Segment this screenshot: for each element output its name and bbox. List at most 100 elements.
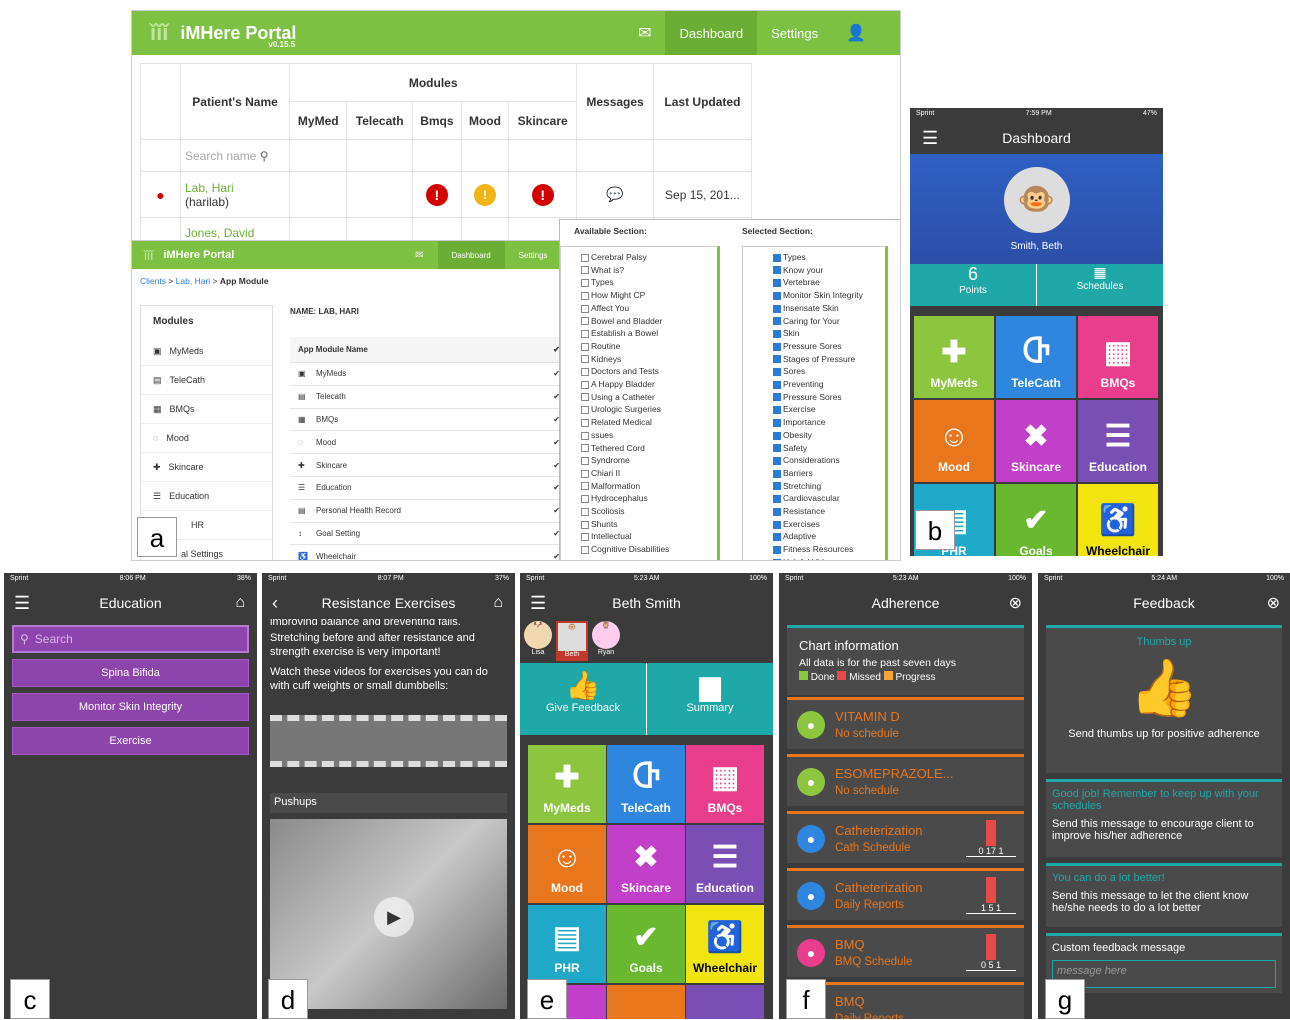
play-icon[interactable]: ▶ (374, 897, 414, 937)
section-item[interactable]: Doctors and Tests (581, 365, 717, 378)
section-item[interactable]: Skin (773, 327, 885, 340)
table-row[interactable]: ▤ Telecath ✔ (290, 386, 580, 409)
section-item[interactable]: Establish a Bowel (581, 327, 717, 340)
section-item[interactable]: Pressure Sores (773, 340, 885, 353)
adherence-row[interactable]: ● VITAMIN D No schedule (787, 697, 1024, 749)
education-item[interactable]: Monitor Skin Integrity (12, 693, 249, 721)
alert-icon[interactable]: ! (425, 183, 448, 206)
tile-wheelchair[interactable]: ♿ Wheelchair (1078, 484, 1158, 556)
available-list[interactable]: Cerebral Palsy What is? Types How Might CP A… (560, 246, 720, 560)
section-item[interactable]: Shunts (581, 518, 717, 531)
tile-education[interactable]: ☰ Education (686, 825, 764, 903)
points-stat[interactable]: 6 Points (910, 264, 1037, 306)
section-item[interactable]: Cognitive Disabilities (581, 543, 717, 556)
section-item[interactable]: Barriers (773, 467, 885, 480)
table-row[interactable]: ▤ Personal Health Record ✔ (290, 500, 580, 523)
tile-skincare[interactable]: ✖ Skincare (607, 825, 685, 903)
module-item[interactable]: ▦ BMQs (141, 395, 272, 424)
menu-icon[interactable]: ☰ (922, 128, 938, 149)
adherence-row[interactable]: ● BMQ BMQ Schedule 0 5 1 (787, 925, 1024, 977)
table-row[interactable]: ☰ Education ✔ (290, 477, 580, 500)
section-item[interactable]: Obesity (773, 429, 885, 442)
tile-telecath[interactable]: Ⴇ TeleCath (607, 745, 685, 823)
do-better-option[interactable]: You can do a lot better! Send this messa… (1046, 863, 1282, 927)
summary-button[interactable]: ▆ Summary (647, 663, 773, 735)
section-item[interactable]: Fitness Resources (773, 543, 885, 556)
thumbs-up-option[interactable]: Thumbs up 👍 Send thumbs up for positive … (1046, 625, 1282, 773)
section-item[interactable]: Urologic Surgeries (581, 403, 717, 416)
avatar[interactable]: 🦉 Ryan (592, 621, 620, 661)
section-item[interactable]: Scoliosis (581, 505, 717, 518)
warning-icon[interactable]: ! (473, 183, 496, 206)
avatar[interactable]: 🐵 (1003, 166, 1070, 233)
table-row[interactable]: ● Lab, Hari (harilab) ! ! ! 💬 Sep 15, 201… (140, 171, 753, 218)
education-item[interactable]: Exercise (12, 727, 249, 755)
adherence-row[interactable]: ● ESOMEPRAZOLE... No schedule (787, 754, 1024, 806)
section-item[interactable]: Vertebrae (773, 276, 885, 289)
home-icon[interactable]: ⌂ (235, 594, 245, 612)
menu-icon[interactable]: ☰ (14, 593, 30, 614)
table-row[interactable]: ↕ Goal Setting ✔ (290, 523, 580, 546)
table-row[interactable]: ♿ Wheelchair ✔ (290, 545, 580, 560)
user-icon[interactable]: 👤 (832, 11, 880, 55)
tile-mymeds[interactable]: ✚ MyMeds (914, 316, 994, 398)
selected-list[interactable]: Types Know your Vertebrae Monitor Skin Inte… (742, 246, 888, 560)
chat-icon[interactable]: 💬 (576, 171, 654, 218)
mail-icon[interactable]: ✉ (624, 11, 665, 55)
module-item[interactable]: ◌ Mood (141, 424, 272, 453)
section-item[interactable]: Malformation (581, 480, 717, 493)
section-item[interactable]: Resistance (773, 505, 885, 518)
tile-phr[interactable]: ▤PHR (528, 905, 606, 983)
section-item[interactable]: What is? (581, 264, 717, 277)
back-icon[interactable]: ‹ (272, 593, 278, 614)
section-item[interactable]: Intellectual (581, 530, 717, 543)
section-item[interactable]: Cardiovascular (773, 492, 885, 505)
avatar[interactable]: 🐵 Beth (556, 621, 588, 661)
module-item[interactable]: ▤ TeleCath (141, 366, 272, 395)
education-item[interactable]: Spina Bifida (12, 659, 249, 687)
nav-settings[interactable]: Settings (757, 11, 832, 55)
section-item[interactable]: Hydrocephalus (581, 492, 717, 505)
tile-goals[interactable]: ✔ Goals (607, 905, 685, 983)
tile-bmqs[interactable]: ▦ BMQs (1078, 316, 1158, 398)
tile-goals[interactable]: ✔ Goals (996, 484, 1076, 556)
section-item[interactable]: Exercise (773, 403, 885, 416)
adherence-row[interactable]: ● Catheterization Daily Reports 1 5 1 (787, 868, 1024, 920)
adherence-row[interactable]: ● Catheterization Cath Schedule 0 17 1 (787, 811, 1024, 863)
table-row[interactable]: ▣ MyMeds ✔ (290, 363, 580, 386)
tile-wheelchair[interactable]: ♿ Wheelchair (686, 905, 764, 983)
tile-telecath[interactable]: Ⴇ TeleCath (996, 316, 1076, 398)
encourage-option[interactable]: Good job! Remember to keep up with your … (1046, 779, 1282, 857)
section-item[interactable]: Chiari II (581, 467, 717, 480)
module-item[interactable]: ▣ MyMeds (141, 337, 272, 366)
avatar[interactable]: 🐶 Lisa (524, 621, 552, 661)
tile-skincare[interactable]: ✖ Skincare (996, 400, 1076, 482)
section-item[interactable]: Adaptive (773, 530, 885, 543)
close-icon[interactable]: ⊗ (1009, 593, 1022, 613)
section-item[interactable]: Using a Catheter (581, 391, 717, 404)
search-icon[interactable]: ⚲ (260, 149, 269, 163)
section-item[interactable]: Preventing (773, 378, 885, 391)
patient-name[interactable]: Lab, Hari (185, 181, 285, 195)
section-item[interactable]: Tethered Cord (581, 442, 717, 455)
section-item[interactable]: Caring for Your (773, 315, 885, 328)
section-item[interactable]: ssues (581, 429, 717, 442)
tile-more[interactable] (607, 985, 685, 1019)
module-item[interactable]: ☰ Education (141, 482, 272, 511)
section-item[interactable]: How Might CP (581, 289, 717, 302)
section-item[interactable]: Kidneys (581, 353, 717, 366)
nav-settings[interactable]: Settings (505, 241, 562, 269)
home-icon[interactable]: ⌂ (493, 594, 503, 612)
section-item[interactable]: Pressure Sores (773, 391, 885, 404)
close-icon[interactable]: ⊗ (1267, 593, 1280, 613)
tile-mymeds[interactable]: ✚ MyMeds (528, 745, 606, 823)
tile-bmqs[interactable]: ▦ BMQs (686, 745, 764, 823)
alert-icon[interactable]: ! (531, 183, 554, 206)
search-input[interactable]: Search name ⚲ (179, 139, 291, 172)
section-item[interactable]: Exercises (773, 518, 885, 531)
search-input[interactable]: ⚲ Search (12, 625, 249, 653)
table-row[interactable]: ▦ BMQs ✔ (290, 409, 580, 432)
section-item[interactable]: Stretching (773, 480, 885, 493)
section-item[interactable]: Types (773, 251, 885, 264)
section-item[interactable]: Cerebral Palsy (581, 251, 717, 264)
